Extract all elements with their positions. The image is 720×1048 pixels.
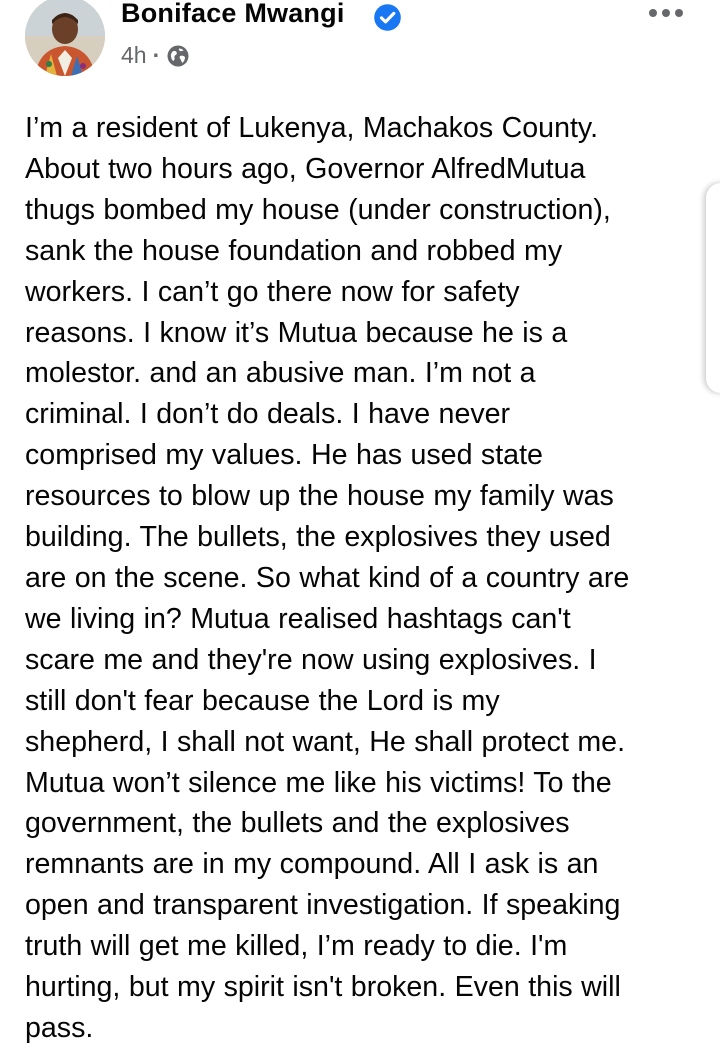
post-text-line: criminal. I don’t do deals. I have never [25, 398, 511, 431]
post-text-line: Mutua won’t silence me like his victims!… [25, 766, 612, 799]
verified-badge-icon [374, 4, 401, 31]
post-text-line: truth will get me killed, I’m ready to d… [25, 930, 568, 963]
post-text-line: scare me and they're now using explosive… [25, 643, 597, 676]
post-text-line: molestor. and an abusive man. I’m not a [25, 357, 536, 390]
avatar-photo-icon [25, 0, 105, 76]
post-text-line: I’m a resident of Lukenya, Machakos Coun… [25, 112, 599, 144]
post-text-line: sank the house foundation and robbed my [25, 234, 563, 267]
facebook-post: Boniface Mwangi 4h · I’m a resident of L… [0, 0, 720, 1048]
scroll-handle[interactable] [706, 183, 720, 393]
post-text-line: reasons. I know it’s Mutua because he is… [25, 316, 568, 349]
post-text-line: building. The bullets, the explosives th… [25, 521, 611, 554]
author-name[interactable]: Boniface Mwangi [121, 0, 345, 29]
post-text-line: still don't fear because the Lord is my [25, 684, 500, 717]
author-avatar[interactable] [25, 0, 105, 76]
post-text: I’m a resident of Lukenya, Machakos Coun… [25, 108, 705, 1048]
post-text-line: thugs bombed my house (under constructio… [25, 193, 611, 226]
post-text-line: open and transparent investigation. If s… [25, 889, 621, 922]
more-options-icon[interactable] [648, 5, 684, 21]
post-text-line: About two hours ago, Governor AlfredMutu… [25, 152, 586, 185]
post-text-line: we living in? Mutua realised hashtags ca… [25, 602, 571, 635]
post-meta: 4h · [121, 42, 190, 69]
post-text-line: government, the bullets and the explosiv… [25, 807, 570, 840]
post-text-line: pass. [25, 1011, 94, 1044]
post-text-line: remnants are in my compound. All I ask i… [25, 848, 599, 881]
meta-separator: · [152, 42, 161, 68]
post-text-line: shepherd, I shall not want, He shall pro… [25, 725, 626, 758]
globe-icon[interactable] [166, 44, 190, 68]
post-text-line: workers. I can’t go there now for safety [25, 275, 520, 308]
post-timestamp[interactable]: 4h [121, 42, 147, 69]
post-text-line: hurting, but my spirit isn't broken. Eve… [25, 971, 621, 1004]
post-text-line: comprised my values. He has used state [25, 439, 543, 472]
post-text-line: are on the scene. So what kind of a coun… [25, 561, 630, 594]
post-text-line: resources to blow up the house my family… [25, 480, 614, 513]
